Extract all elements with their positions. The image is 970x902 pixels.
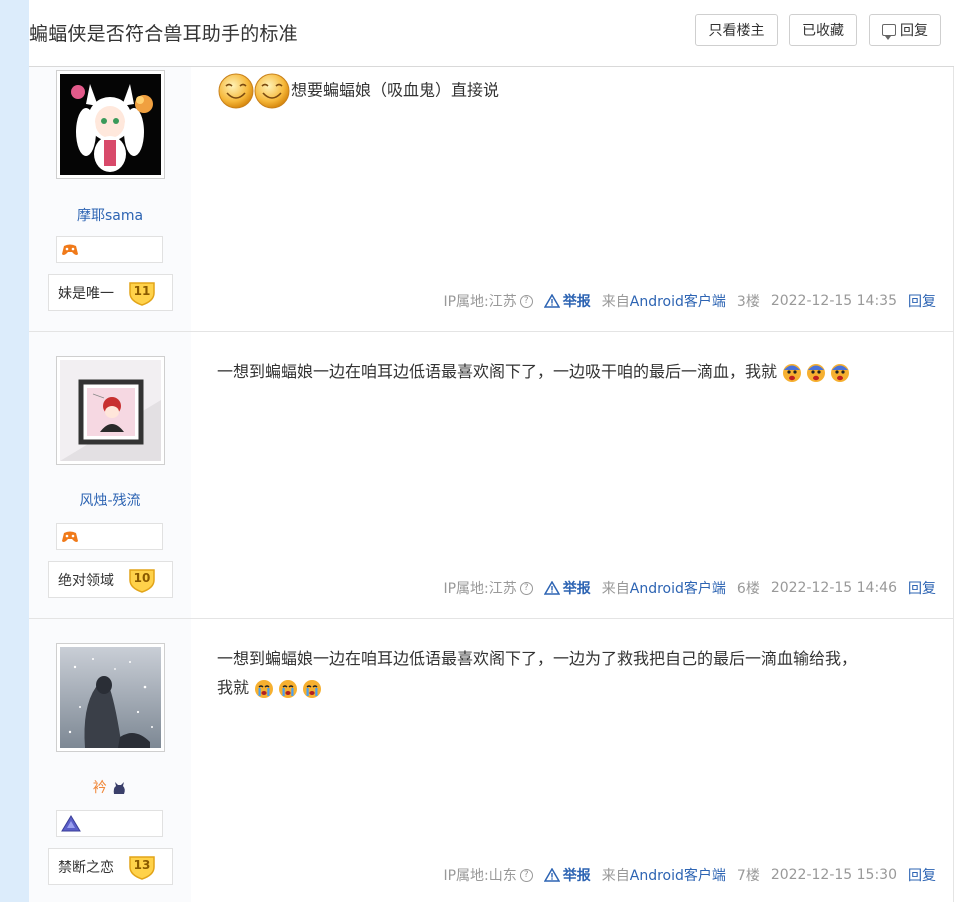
username-link[interactable]: 衿 [29, 777, 191, 797]
reply-button[interactable]: 回复 [869, 14, 941, 46]
post-text: 想要蝙蝠娘（吸血鬼）直接说 [291, 80, 500, 100]
level-title: 禁断之恋 [58, 859, 114, 876]
post-reply-link[interactable]: 回复 [908, 865, 936, 885]
author-column: 风烛-残流 绝对领域 10 [29, 332, 191, 618]
author-column: 衿 禁断之恋 13 [29, 619, 191, 902]
source-client-link[interactable]: Android客户端 [630, 291, 726, 311]
level-title: 妹是唯一 [58, 285, 114, 302]
username-link[interactable]: 风烛-残流 [29, 490, 191, 510]
user-badge[interactable] [56, 236, 163, 263]
level-number: 11 [133, 283, 151, 298]
avatar[interactable] [56, 356, 165, 465]
scared-face-emoji-icon [783, 363, 850, 382]
level-badge[interactable]: 绝对领域 10 [48, 561, 173, 598]
source-prefix: 来自 [601, 581, 630, 597]
level-title: 绝对领域 [58, 572, 114, 589]
post-text-line-2: 我就 [217, 673, 937, 702]
post-tail: IP属地:江苏 ? 举报 来自 Android客户端 6楼 2022-12-15… [443, 578, 936, 598]
level-badge[interactable]: 妹是唯一 11 [48, 274, 173, 311]
ip-location: IP属地:山东 [443, 868, 517, 884]
report-link[interactable]: 举报 [543, 865, 591, 885]
question-icon[interactable]: ? [519, 294, 533, 308]
post-floor-6: 风烛-残流 绝对领域 10 一想到蝙蝠娘一边在咱耳边低语最喜欢阁下了，一边吸干咱… [29, 332, 954, 619]
report-link[interactable]: 举报 [543, 578, 591, 598]
triangle-badge-icon [61, 815, 81, 832]
user-badge[interactable] [56, 523, 163, 550]
ip-location: IP属地:江苏 [443, 294, 517, 310]
post-reply-link[interactable]: 回复 [908, 291, 936, 311]
post-floor-7: 衿 禁断之恋 13 一想到蝙蝠娘一边在咱耳边低语最喜欢阁下了，一边为了救我把自己… [29, 619, 954, 902]
ip-location: IP属地:江苏 [443, 581, 517, 597]
warning-triangle-icon [543, 294, 560, 308]
comment-icon [882, 24, 896, 40]
crying-face-emoji-icon [255, 679, 322, 698]
post-reply-link[interactable]: 回复 [908, 578, 936, 598]
post-text-line-1: 一想到蝙蝠娘一边在咱耳边低语最喜欢阁下了，一边为了救我把自己的最后一滴血输给我， [217, 649, 858, 668]
post-tail: IP属地:江苏 ? 举报 来自 Android客户端 3楼 2022-12-15… [443, 291, 936, 311]
avatar[interactable] [56, 643, 165, 752]
source-prefix: 来自 [601, 294, 630, 310]
left-side-strip [0, 0, 29, 902]
post-tail: IP属地:山东 ? 举报 来自 Android客户端 7楼 2022-12-15… [443, 865, 936, 885]
smile-emoji-icon [218, 73, 290, 109]
post-time: 2022-12-15 14:46 [770, 580, 897, 596]
post-time: 2022-12-15 14:35 [770, 293, 897, 309]
question-icon[interactable]: ? [519, 581, 533, 595]
floor-number: 3楼 [736, 294, 760, 310]
level-number: 10 [133, 570, 151, 585]
level-number: 13 [133, 857, 151, 872]
post-text: 一想到蝙蝠娘一边在咱耳边低语最喜欢阁下了，一边吸干咱的最后一滴血，我就 [217, 362, 778, 381]
question-icon[interactable]: ? [519, 868, 533, 882]
source-client-link[interactable]: Android客户端 [630, 865, 726, 885]
floor-number: 6楼 [736, 581, 760, 597]
post-floor-3: 摩耶sama 妹是唯一 11 想要蝙蝠娘（吸血鬼）直接说 IP属地:江苏 ? 举… [29, 67, 954, 332]
warning-triangle-icon [543, 581, 560, 595]
post-content: 想要蝙蝠娘（吸血鬼）直接说 [217, 71, 937, 111]
only-op-button[interactable]: 只看楼主 [695, 14, 778, 46]
user-badge[interactable] [56, 810, 163, 837]
post-content: 一想到蝙蝠娘一边在咱耳边低语最喜欢阁下了，一边吸干咱的最后一滴血，我就 [217, 357, 937, 386]
source-client-link[interactable]: Android客户端 [630, 578, 726, 598]
username-link[interactable]: 摩耶sama [29, 205, 191, 225]
avatar[interactable] [56, 70, 165, 179]
post-content: 一想到蝙蝠娘一边在咱耳边低语最喜欢阁下了，一边为了救我把自己的最后一滴血输给我，… [217, 644, 937, 702]
level-badge[interactable]: 禁断之恋 13 [48, 848, 173, 885]
warning-triangle-icon [543, 868, 560, 882]
thread-panel: 蝙蝠侠是否符合兽耳助手的标准 只看楼主 已收藏 回复 摩耶sama 妹是唯一 1… [29, 0, 954, 902]
thread-title: 蝙蝠侠是否符合兽耳助手的标准 [29, 23, 298, 45]
reply-label: 回复 [900, 23, 928, 39]
author-column: 摩耶sama 妹是唯一 11 [29, 67, 191, 331]
level-shield-icon: 13 [128, 854, 156, 880]
report-link[interactable]: 举报 [543, 291, 591, 311]
level-shield-icon: 11 [128, 280, 156, 306]
source-prefix: 来自 [601, 868, 630, 884]
framed-portrait-avatar-icon [60, 360, 161, 461]
game-controller-badge-icon [62, 531, 78, 542]
game-controller-badge-icon [62, 244, 78, 255]
favorited-button[interactable]: 已收藏 [789, 14, 857, 46]
level-shield-icon: 10 [128, 567, 156, 593]
black-cat-icon [113, 782, 126, 794]
only-op-label: 只看楼主 [708, 23, 765, 39]
thread-header: 蝙蝠侠是否符合兽耳助手的标准 只看楼主 已收藏 回复 [29, 0, 954, 67]
snowy-girl-avatar-icon [60, 647, 161, 748]
favorited-label: 已收藏 [802, 23, 844, 39]
floor-number: 7楼 [736, 868, 760, 884]
post-time: 2022-12-15 15:30 [770, 867, 897, 883]
anime-girl-avatar-icon [60, 74, 161, 175]
